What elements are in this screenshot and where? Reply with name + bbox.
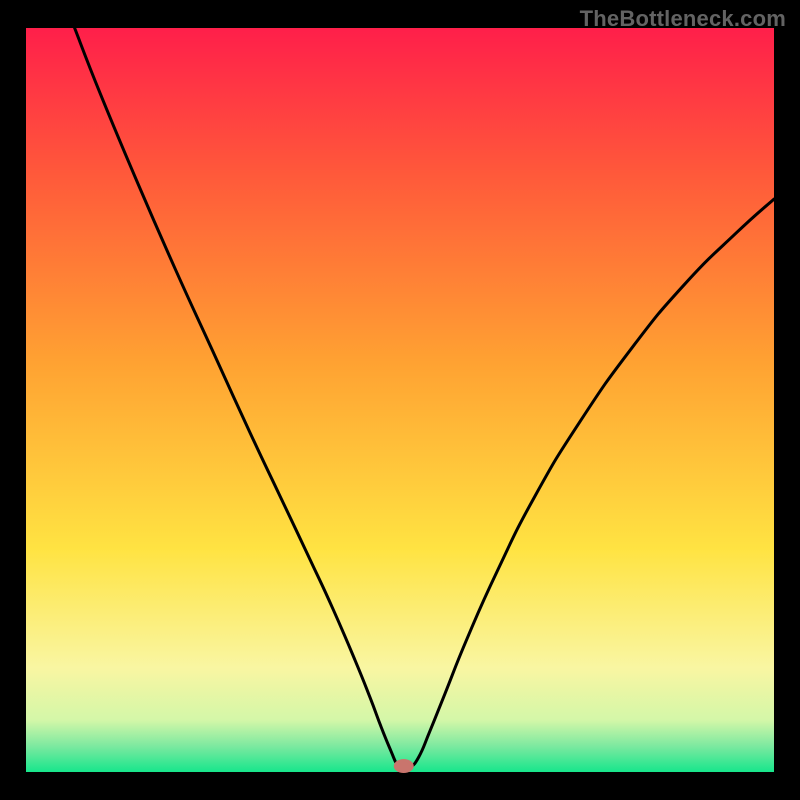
chart-frame: { "watermark": "TheBottleneck.com", "cha… xyxy=(0,0,800,800)
bottleneck-chart xyxy=(0,0,800,800)
optimum-marker xyxy=(394,759,414,773)
watermark-text: TheBottleneck.com xyxy=(580,6,786,32)
gradient-background xyxy=(26,28,774,772)
